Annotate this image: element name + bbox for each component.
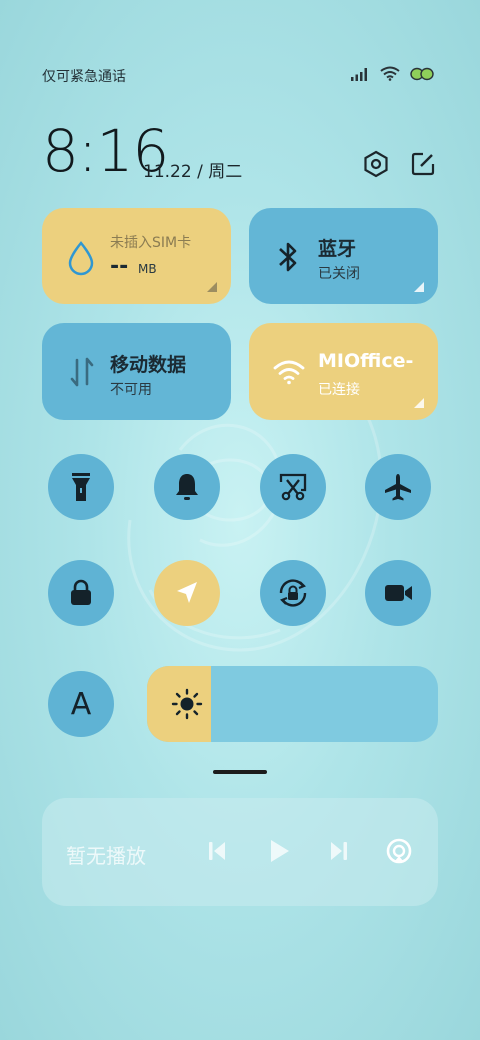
- wifi-status: 已连接: [318, 382, 360, 398]
- mobile-data-title: 移动数据: [110, 354, 187, 376]
- data-arrows-icon: [70, 357, 94, 387]
- auto-brightness-toggle[interactable]: A: [48, 671, 114, 737]
- wifi-tile[interactable]: MIOffice- 已连接: [249, 323, 438, 420]
- play-icon: [271, 840, 289, 862]
- video-camera-icon: [385, 585, 412, 601]
- bluetooth-tile[interactable]: 蓝牙 已关闭: [249, 208, 438, 304]
- mobile-data-tile[interactable]: 移动数据 不可用: [42, 323, 231, 420]
- cast-icon: [386, 838, 412, 864]
- sun-icon: [171, 688, 203, 720]
- flashlight-toggle[interactable]: [48, 454, 114, 520]
- signal-icon: [351, 67, 367, 81]
- water-drop-icon: [68, 241, 94, 276]
- data-usage-tile[interactable]: 未插入SIM卡 -- MB: [42, 208, 231, 304]
- screen-record-toggle[interactable]: [365, 560, 431, 626]
- flashlight-icon: [72, 473, 90, 501]
- mute-toggle[interactable]: [154, 454, 220, 520]
- edit-icon[interactable]: [408, 149, 438, 179]
- tile-expand-corner: [414, 282, 424, 292]
- settings-hexagon-icon[interactable]: [361, 149, 391, 179]
- battery-icon: [410, 67, 434, 80]
- media-status-label: 暂无播放: [66, 844, 146, 868]
- tile-expand-corner: [414, 398, 424, 408]
- screen-lock-toggle[interactable]: [48, 560, 114, 626]
- airplane-toggle[interactable]: [365, 454, 431, 520]
- data-usage-title: 未插入SIM卡: [110, 235, 192, 251]
- screenshot-toggle[interactable]: [260, 454, 326, 520]
- previous-button[interactable]: [202, 836, 232, 866]
- data-usage-value: --: [110, 254, 129, 279]
- bluetooth-title: 蓝牙: [318, 238, 357, 260]
- wifi-ssid: MIOffice-: [318, 350, 414, 372]
- location-toggle[interactable]: [154, 560, 220, 626]
- bell-icon: [176, 474, 198, 500]
- carrier-status: 仅可紧急通话: [42, 69, 126, 85]
- airplane-icon: [385, 474, 411, 501]
- auto-brightness-label: A: [70, 686, 92, 722]
- location-icon: [177, 582, 197, 603]
- cast-button[interactable]: [384, 836, 414, 866]
- bluetooth-icon: [279, 242, 297, 272]
- next-icon: [331, 842, 347, 860]
- panel-drag-handle[interactable]: [213, 770, 267, 774]
- play-button[interactable]: [264, 836, 294, 866]
- status-icons: [350, 66, 434, 81]
- wifi-icon: [273, 360, 305, 385]
- wifi-icon: [380, 66, 400, 81]
- bluetooth-status: 已关闭: [318, 266, 360, 282]
- media-player-card[interactable]: 暂无播放: [42, 798, 438, 906]
- previous-icon: [209, 842, 225, 860]
- rotation-lock-icon: [279, 579, 307, 607]
- screenshot-icon: [279, 473, 307, 501]
- mobile-data-status: 不可用: [110, 382, 152, 398]
- lock-icon: [71, 579, 91, 605]
- brightness-slider[interactable]: [147, 666, 438, 742]
- rotation-lock-toggle[interactable]: [260, 560, 326, 626]
- date-label: 11.22 / 周二: [143, 162, 243, 182]
- next-button[interactable]: [324, 836, 354, 866]
- tile-expand-corner: [207, 282, 217, 292]
- data-usage-unit: MB: [138, 262, 157, 276]
